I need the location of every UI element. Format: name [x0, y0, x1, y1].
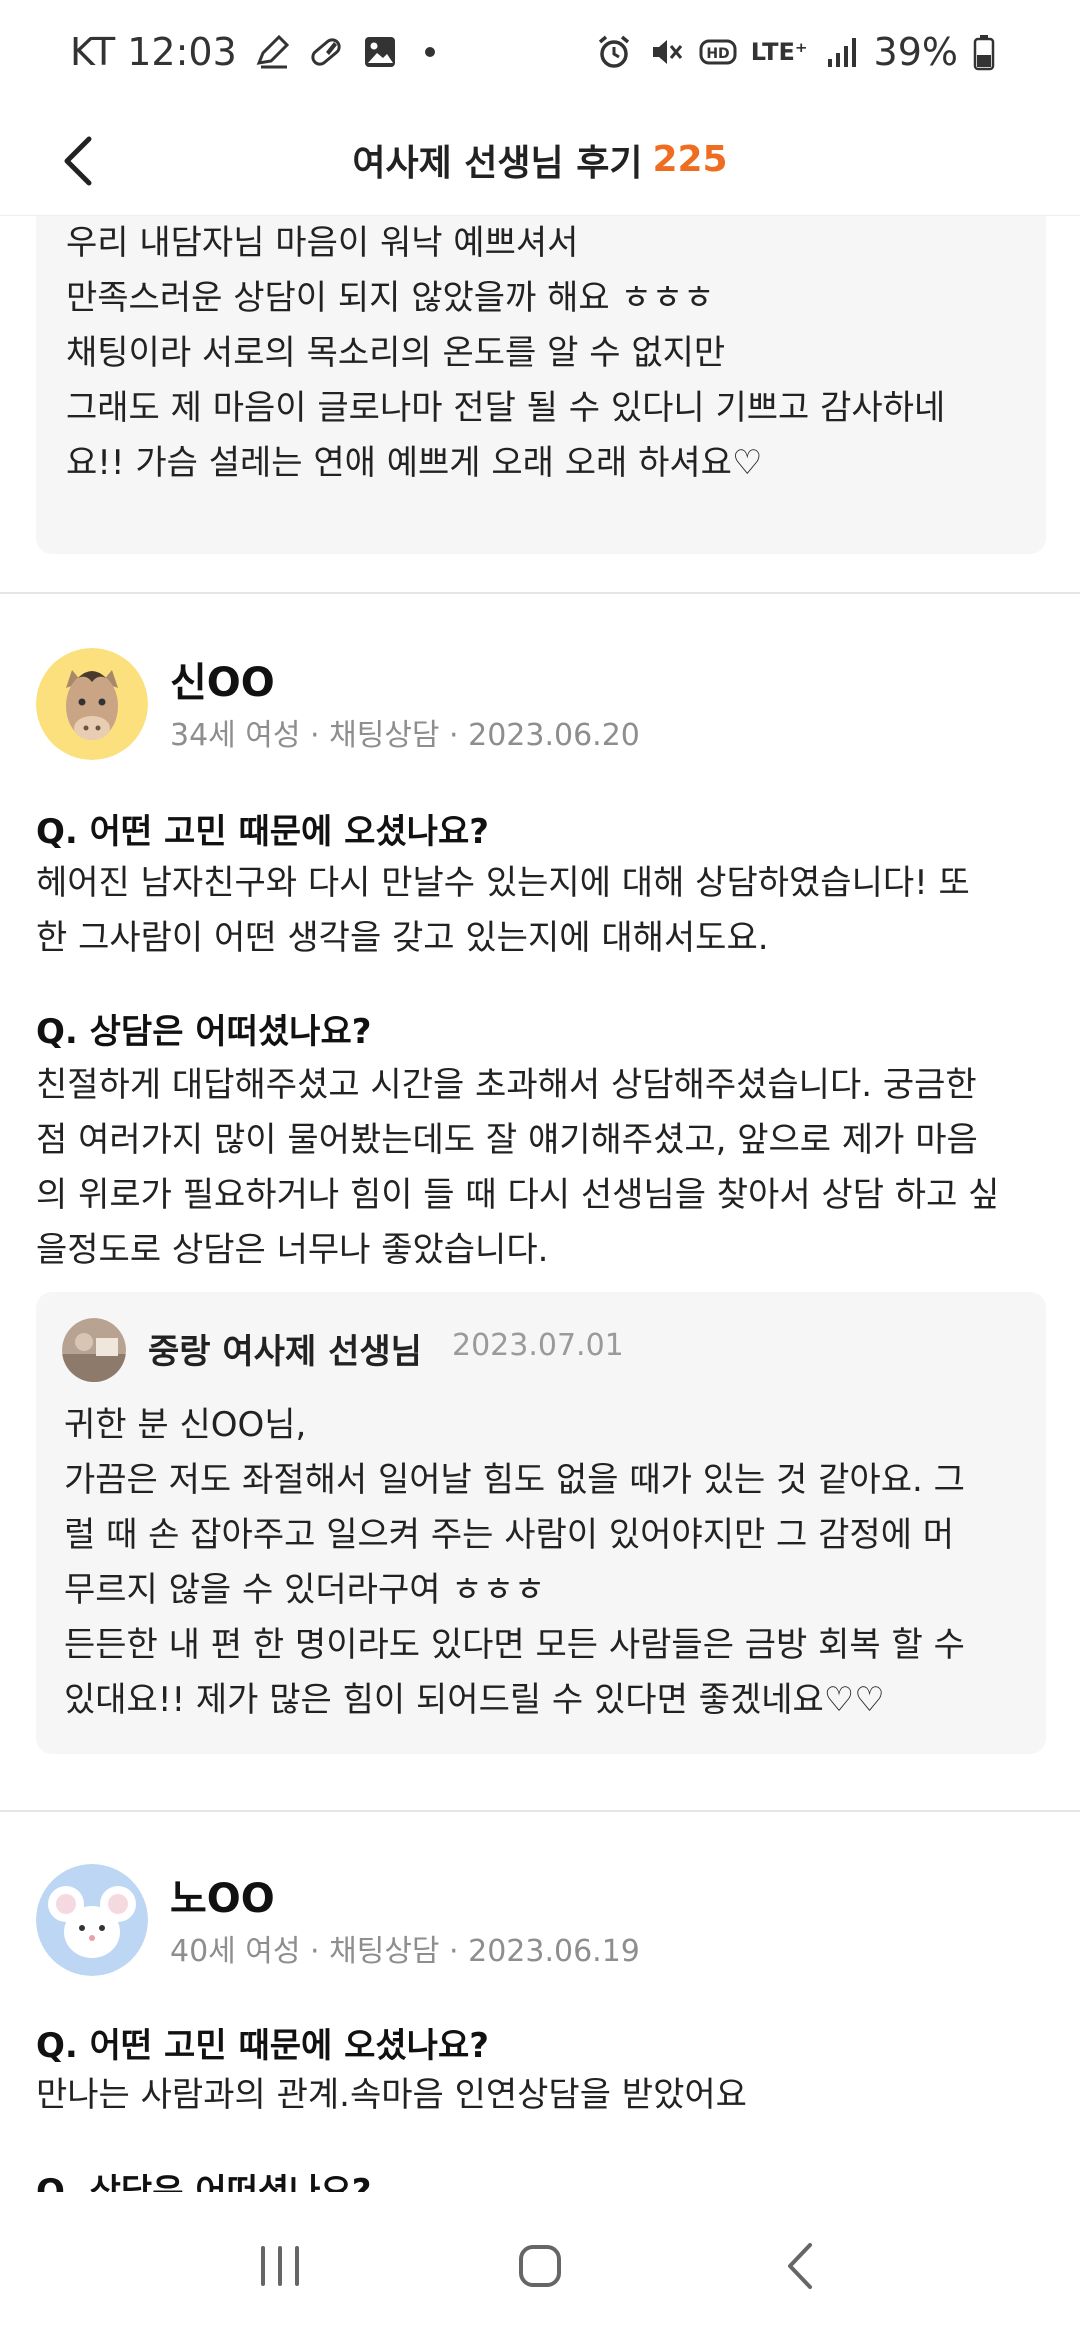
avatar-horse [36, 648, 148, 760]
network-type: LTE⁺ [750, 38, 808, 66]
mute-icon [647, 33, 685, 71]
review-list[interactable]: 우리 내담자님 마음이 워낙 예쁘셔서 만족스러운 상담이 되지 않았을까 해요… [0, 216, 1080, 2192]
recent-apps-button[interactable] [230, 2216, 330, 2316]
answer-concern: 헤어진 남자친구와 다시 만날수 있는지에 대해 상담하였습니다! 또 한 그사… [36, 856, 1046, 966]
answer-concern: 만나는 사람과의 관계.속마음 인연상담을 받았어요 [36, 2068, 1046, 2123]
review-divider [0, 1810, 1080, 1812]
answer-line: 점 여러가지 많이 물어봤는데도 잘 얘기해주셨고, 앞으로 제가 마음 [36, 1120, 978, 1160]
review-count: 225 [652, 139, 728, 180]
alarm-icon [595, 33, 633, 71]
pill-icon [307, 33, 345, 71]
reply-line: 귀한 분 신OO님, [64, 1405, 307, 1445]
battery-icon [972, 33, 1010, 71]
mouse-icon [36, 1864, 148, 1976]
reply-line: 럴 때 손 잡아주고 일으켜 주는 사람이 있어야지만 그 감정에 머 [64, 1515, 955, 1555]
answer-line: 을정도로 상담은 너무나 좋았습니다. [36, 1230, 549, 1270]
battery-percent: 39% [873, 30, 958, 74]
reply-line: 요!! 가슴 설레는 연애 예쁘게 오래 오래 하셔요♡ [66, 443, 763, 483]
reply-line: 무르지 않을 수 있더라구여 ㅎㅎㅎ [64, 1570, 546, 1610]
horse-icon [36, 648, 148, 760]
notification-dot [424, 47, 435, 57]
signal-icon [822, 33, 860, 71]
teacher-reply: 중랑 여사제 선생님 2023.07.01 귀한 분 신OO님, 가끔은 저도 … [36, 1292, 1046, 1754]
reply-line: 채팅이라 서로의 목소리의 온도를 알 수 없지만 [66, 333, 726, 373]
image-icon [361, 33, 399, 71]
app-header: 여사제 선생님 후기 225 [0, 104, 1080, 216]
reviewer-name: 노OO [170, 1876, 275, 1922]
reply-date: 2023.07.01 [452, 1328, 624, 1363]
status-right: HD LTE⁺ 39% [595, 30, 1010, 74]
teacher-name: 중랑 여사제 선생님 [148, 1332, 422, 1372]
answer-experience: 친절하게 대답해주셨고 시간을 초과해서 상담해주셨습니다. 궁금한 점 여러가… [36, 1058, 1046, 1278]
status-bar: KT 12:03 HD LTE⁺ 39% [0, 0, 1080, 104]
teacher-reply-previous: 우리 내담자님 마음이 워낙 예쁘셔서 만족스러운 상담이 되지 않았을까 해요… [36, 216, 1046, 554]
question-experience: Q. 상담은 어떠셨나요? [36, 1012, 372, 1052]
avatar-mouse [36, 1864, 148, 1976]
reply-line: 우리 내담자님 마음이 워낙 예쁘셔서 [66, 223, 579, 263]
recent-apps-icon [261, 2246, 299, 2286]
reviewer-meta: 34세 여성 · 채팅상담 · 2023.06.20 [170, 718, 640, 753]
answer-line: 친절하게 대답해주셨고 시간을 초과해서 상담해주셨습니다. 궁금한 [36, 1065, 977, 1105]
home-icon [519, 2245, 561, 2287]
reply-line: 있대요!! 제가 많은 힘이 되어드릴 수 있다면 좋겠네요♡♡ [64, 1680, 885, 1720]
reply-text: 귀한 분 신OO님, 가끔은 저도 좌절해서 일어날 힘도 없을 때가 있는 것… [64, 1398, 1024, 1728]
home-button[interactable] [490, 2216, 590, 2316]
reviewer-meta: 40세 여성 · 채팅상담 · 2023.06.19 [170, 1934, 640, 1969]
system-nav-bar [0, 2192, 1080, 2340]
reply-line: 든든한 내 편 한 명이라도 있다면 모든 사람들은 금방 회복 할 수 [64, 1625, 965, 1665]
reviewer-name: 신OO [170, 660, 275, 706]
review-divider [0, 592, 1080, 594]
teacher-avatar [62, 1318, 126, 1382]
reply-line: 가끔은 저도 좌절해서 일어날 힘도 없을 때가 있는 것 같아요. 그 [64, 1460, 965, 1500]
page-title: 여사제 선생님 후기 [352, 142, 643, 184]
status-left: KT 12:03 [70, 30, 435, 74]
hd-icon: HD [699, 33, 737, 71]
pen-icon [253, 33, 291, 71]
question-concern: Q. 어떤 고민 때문에 오셨나요? [36, 2026, 489, 2066]
question-concern: Q. 어떤 고민 때문에 오셨나요? [36, 812, 489, 852]
question-experience: Q. 상담은 어떠셨나요? [36, 2172, 372, 2192]
back-nav-icon [788, 2243, 812, 2289]
teacher-photo-icon [62, 1318, 126, 1382]
reply-line: 그래도 제 마음이 글로나마 전달 될 수 있다니 기쁘고 감사하네 [66, 388, 946, 428]
answer-line: 의 위로가 필요하거나 힘이 들 때 다시 선생님을 찾아서 상담 하고 싶 [36, 1175, 1000, 1215]
svg-text:HD: HD [706, 46, 729, 62]
chevron-left-icon [64, 136, 92, 186]
answer-line: 헤어진 남자친구와 다시 만날수 있는지에 대해 상담하였습니다! 또 [36, 863, 970, 903]
answer-line: 한 그사람이 어떤 생각을 갖고 있는지에 대해서도요. [36, 918, 769, 958]
back-button[interactable] [44, 126, 114, 196]
reply-line: 만족스러운 상담이 되지 않았을까 해요 ㅎㅎㅎ [66, 278, 715, 318]
carrier-time: KT 12:03 [70, 30, 237, 74]
answer-line: 만나는 사람과의 관계.속마음 인연상담을 받았어요 [36, 2075, 747, 2115]
back-nav-button[interactable] [750, 2216, 850, 2316]
